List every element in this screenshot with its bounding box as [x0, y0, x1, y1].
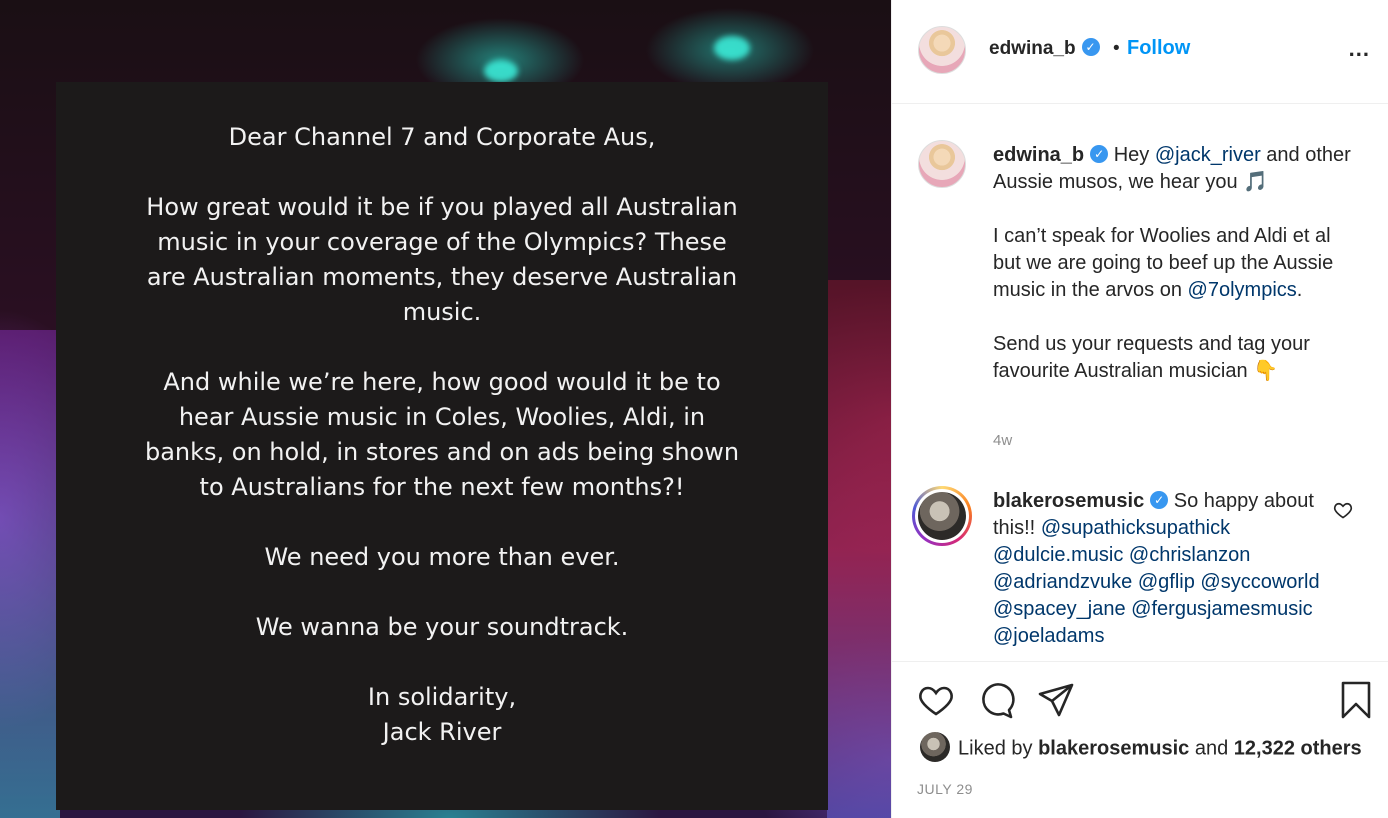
header-username[interactable]: edwina_b ✓: [989, 37, 1100, 60]
post-actions: Liked by blakerosemusic and 12,322 other…: [892, 661, 1388, 818]
mention-link[interactable]: @supathicksupathick: [1041, 517, 1230, 539]
letter-line: How great would it be if you played all …: [146, 193, 738, 326]
letter-line: We wanna be your soundtrack.: [255, 613, 629, 641]
mention-link[interactable]: @joeladams: [993, 625, 1104, 647]
mention-link[interactable]: @syccoworld: [1200, 571, 1319, 593]
comment-username[interactable]: blakerosemusic: [993, 490, 1144, 512]
likes-count[interactable]: 12,322 others: [1234, 737, 1362, 759]
caption-text: edwina_b ✓ Hey @jack_river and other Auss…: [993, 142, 1363, 385]
verified-badge-icon: ✓: [1090, 144, 1109, 163]
letter-signoff: In solidarity, Jack River: [142, 680, 742, 750]
avatar[interactable]: [918, 26, 966, 74]
mention-link[interactable]: @chrislanzon: [1129, 544, 1250, 566]
like-comment-heart-icon[interactable]: [1333, 500, 1353, 520]
stage-light: [484, 60, 518, 82]
likes-summary: Liked by blakerosemusic and 12,322 other…: [920, 732, 1362, 766]
caption-part: .: [1296, 279, 1303, 301]
mention-link[interactable]: @7olympics: [1188, 279, 1297, 301]
letter-line: And while we’re here, how good would it …: [144, 368, 740, 501]
verified-badge-icon: ✓: [1081, 37, 1100, 56]
likes-middle: and: [1194, 737, 1229, 760]
caption-time[interactable]: 4w: [993, 432, 1012, 449]
letter-line: In solidarity,: [367, 683, 517, 711]
post-date[interactable]: JULY 29: [917, 781, 973, 797]
like-heart-icon[interactable]: [916, 680, 956, 720]
caption-part: Hey: [1113, 144, 1150, 166]
save-bookmark-icon[interactable]: [1336, 680, 1376, 720]
liker-username[interactable]: blakerosemusic: [1038, 737, 1189, 759]
post-panel: edwina_b ✓ • Follow ... edwina_b ✓ Hey @ja…: [891, 0, 1388, 818]
mention-link[interactable]: @dulcie.music: [993, 544, 1123, 566]
story-ring[interactable]: [912, 486, 972, 546]
post-image: Dear Channel 7 and Corporate Aus, How gr…: [0, 0, 891, 818]
pointing-down-emoji-icon: 👇: [1253, 360, 1279, 382]
letter-line: Dear Channel 7 and Corporate Aus,: [228, 123, 656, 151]
more-options-icon[interactable]: ...: [1349, 36, 1370, 62]
crowd-left: [0, 330, 60, 818]
letter-card: Dear Channel 7 and Corporate Aus, How gr…: [56, 82, 828, 810]
letter-line: Jack River: [382, 718, 502, 746]
letter-line: We need you more than ever.: [264, 543, 620, 571]
caption-paragraph: I can’t speak for Woolies and Aldi et al…: [993, 223, 1363, 304]
stage-light: [714, 36, 750, 60]
username-text[interactable]: edwina_b: [989, 38, 1076, 59]
avatar[interactable]: [918, 140, 966, 188]
comment-text: blakerosemusic ✓ So happy about this!! @s…: [993, 488, 1323, 650]
comment-bubble-icon[interactable]: [976, 680, 1016, 720]
mention-link[interactable]: @adriandzvuke: [993, 571, 1132, 593]
share-plane-icon[interactable]: [1036, 680, 1076, 720]
caption-username[interactable]: edwina_b: [993, 144, 1084, 166]
mention-link[interactable]: @jack_river: [1155, 144, 1261, 166]
crowd-right: [827, 280, 891, 818]
separator-dot: •: [1113, 38, 1120, 59]
follow-button[interactable]: Follow: [1127, 37, 1190, 60]
avatar[interactable]: [918, 492, 966, 540]
mention-link[interactable]: @fergusjamesmusic: [1131, 598, 1312, 620]
post-header: edwina_b ✓ • Follow ...: [892, 0, 1388, 104]
music-note-emoji-icon: 🎵: [1243, 171, 1269, 193]
verified-badge-icon: ✓: [1150, 490, 1169, 509]
liker-avatar[interactable]: [920, 732, 950, 762]
mention-link[interactable]: @spacey_jane: [993, 598, 1126, 620]
mention-link[interactable]: @gflip: [1138, 571, 1195, 593]
caption-paragraph: Send us your requests and tag your favou…: [993, 331, 1363, 385]
likes-prefix: Liked by: [958, 737, 1033, 760]
comments-section[interactable]: edwina_b ✓ Hey @jack_river and other Auss…: [892, 104, 1388, 661]
